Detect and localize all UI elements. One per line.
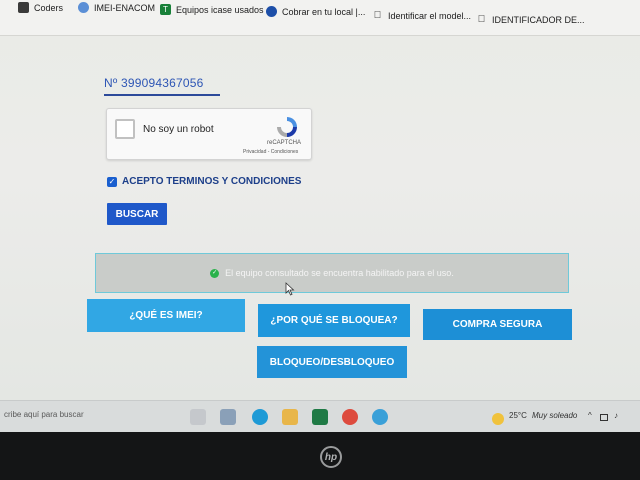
bookmark-equipos-icase[interactable]: T Equipos icase usados bbox=[160, 4, 264, 15]
check-circle-icon: ✓ bbox=[210, 268, 220, 278]
serial-input[interactable]: Nº 399094367056 bbox=[104, 72, 220, 96]
weather-temp[interactable]: 25°C bbox=[509, 411, 527, 420]
hp-logo-icon: hp bbox=[320, 446, 342, 468]
network-icon[interactable] bbox=[600, 414, 608, 421]
bookmark-coders[interactable]: Coders bbox=[18, 2, 63, 13]
gov-icon bbox=[78, 2, 89, 13]
calculator-icon[interactable] bbox=[220, 409, 236, 425]
terms-checkbox[interactable]: ✓ bbox=[107, 176, 117, 187]
result-message-box: ✓ El equipo consultado se encuentra habi… bbox=[95, 253, 569, 293]
search-button[interactable]: BUSCAR bbox=[107, 203, 167, 225]
bookmarks-bar: Coders IMEI-ENACOM T Equipos icase usado… bbox=[0, 0, 640, 36]
bookmark-icon bbox=[18, 2, 29, 13]
excel-icon[interactable] bbox=[312, 409, 328, 425]
windows-taskbar: cribe aquí para buscar 25°C Muy soleado … bbox=[0, 400, 640, 432]
safe-purchase-button[interactable]: COMPRA SEGURA bbox=[423, 309, 572, 340]
volume-icon[interactable]: ♪ bbox=[614, 411, 618, 420]
sheets-icon: T bbox=[160, 4, 171, 15]
bookmark-identificador[interactable]:  IDENTIFICADOR DE... bbox=[476, 14, 585, 25]
recaptcha-brand: reCAPTCHA bbox=[267, 140, 302, 146]
recaptcha-links[interactable]: Privacidad - Condiciones bbox=[243, 149, 298, 155]
apple-icon:  bbox=[372, 10, 383, 21]
tray-chevron-icon[interactable]: ^ bbox=[588, 411, 592, 420]
file-explorer-icon[interactable] bbox=[282, 409, 298, 425]
edge-icon[interactable] bbox=[252, 409, 268, 425]
bookmark-identificar-modelo[interactable]:  Identificar el model... bbox=[372, 10, 471, 21]
terms-label: ACEPTO TERMINOS Y CONDICIONES bbox=[122, 176, 302, 187]
terms-row[interactable]: ✓ ACEPTO TERMINOS Y CONDICIONES bbox=[107, 176, 301, 187]
recaptcha-icon bbox=[277, 117, 297, 137]
recaptcha-label: No soy un robot bbox=[143, 124, 214, 135]
why-blocked-button[interactable]: ¿POR QUÉ SE BLOQUEA? bbox=[258, 304, 410, 337]
chrome-icon[interactable] bbox=[342, 409, 358, 425]
bookmark-imei-enacom[interactable]: IMEI-ENACOM bbox=[78, 2, 155, 13]
mouse-cursor-icon bbox=[285, 282, 295, 296]
apple-icon:  bbox=[476, 14, 487, 25]
result-message: El equipo consultado se encuentra habili… bbox=[225, 268, 454, 278]
taskbar-search-input[interactable]: cribe aquí para buscar bbox=[4, 410, 84, 419]
weather-desc[interactable]: Muy soleado bbox=[532, 411, 577, 420]
weather-sun-icon[interactable] bbox=[492, 413, 504, 425]
bookmark-cobrar[interactable]: Cobrar en tu local |... bbox=[266, 6, 365, 17]
what-is-imei-button[interactable]: ¿QUÉ ES IMEI? bbox=[87, 299, 245, 332]
app-icon[interactable] bbox=[372, 409, 388, 425]
recaptcha-widget: No soy un robot reCAPTCHA Privacidad - C… bbox=[106, 108, 312, 160]
recaptcha-checkbox[interactable] bbox=[115, 119, 135, 139]
browser-screen: Coders IMEI-ENACOM T Equipos icase usado… bbox=[0, 0, 640, 432]
lock-unlock-button[interactable]: BLOQUEO/DESBLOQUEO bbox=[257, 346, 407, 378]
mercadopago-icon bbox=[266, 6, 277, 17]
task-view-icon[interactable] bbox=[190, 409, 206, 425]
